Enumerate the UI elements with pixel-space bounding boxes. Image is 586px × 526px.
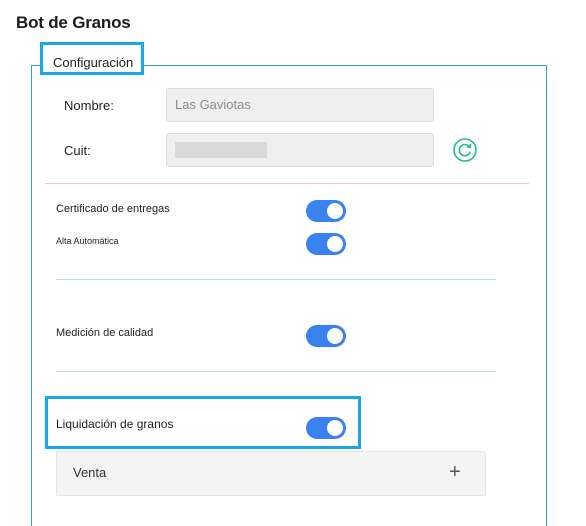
toggle-label-certificado: Certificado de entregas [56,203,170,215]
nombre-field[interactable]: Las Gaviotas [166,88,434,122]
cuit-label: Cuit: [64,143,91,158]
toggle-label-alta: Alta Automática [56,236,119,246]
section-divider [45,183,529,184]
toggle-alta-automatica[interactable] [306,233,346,255]
toggle-liquidacion-granos[interactable] [306,417,346,439]
section-divider [56,279,496,280]
page-title: Bot de Granos [16,13,131,32]
fieldset-legend: Configuración [53,55,134,70]
venta-label: Venta [73,465,107,480]
toggle-medicion-calidad[interactable] [306,325,346,347]
cuit-redacted-mask [175,142,267,158]
nombre-label: Nombre: [64,98,114,113]
refresh-icon[interactable] [452,137,478,163]
venta-panel[interactable] [56,451,486,496]
toggle-label-medicion: Medición de calidad [56,327,154,339]
plus-icon[interactable]: + [449,462,461,482]
toggle-certificado-entregas[interactable] [306,200,346,222]
section-divider [56,371,496,372]
toggle-label-liquidacion: Liquidación de granos [56,417,174,431]
